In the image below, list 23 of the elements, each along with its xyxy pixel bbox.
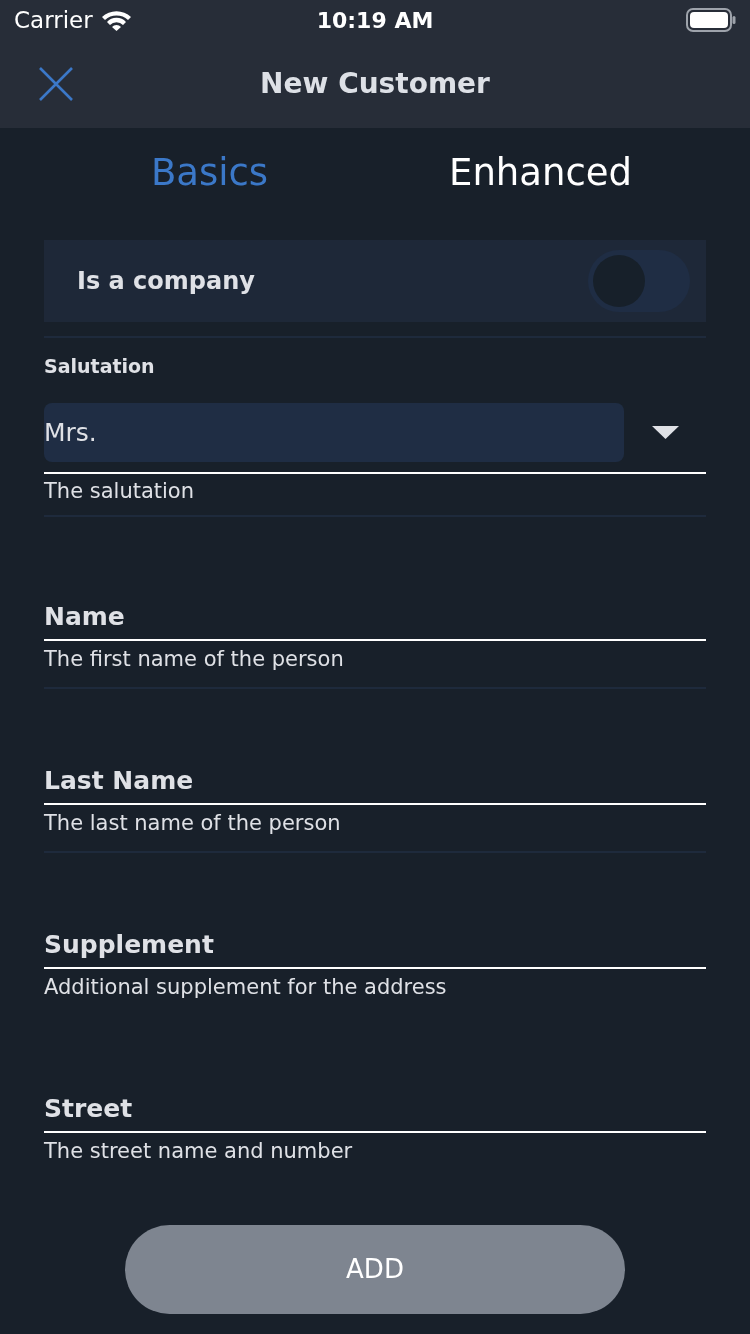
field-hint: The salutation — [44, 478, 195, 505]
screen-title: New Customer — [260, 66, 490, 102]
carrier-label: Carrier — [14, 5, 93, 35]
field-hint: Additional supplement for the address — [44, 974, 448, 1001]
field-hint: The last name of the person — [44, 810, 342, 837]
text-input[interactable]: Last Name — [44, 757, 706, 805]
toggle-label: Is a company — [77, 266, 255, 297]
text-input[interactable]: Street — [44, 1085, 706, 1133]
text-input[interactable]: Name — [44, 593, 706, 641]
text-input[interactable]: Supplement — [44, 921, 706, 969]
salutation-label: Salutation — [44, 354, 156, 378]
status-time: 10:19 AM — [316, 6, 434, 35]
field-hint: The first name of the person — [44, 646, 345, 673]
tab[interactable]: Enhanced — [449, 145, 632, 201]
wifi-icon — [100, 9, 132, 31]
battery-icon — [686, 8, 736, 32]
field-hint: The street name and number — [44, 1138, 354, 1165]
caret-icon[interactable] — [651, 426, 679, 439]
switch-knob — [593, 255, 645, 307]
salutation-dropdown[interactable]: Mrs. — [44, 403, 624, 462]
close-icon — [39, 67, 73, 101]
close-button[interactable] — [38, 66, 74, 102]
tab[interactable]: Basics — [150, 145, 269, 201]
